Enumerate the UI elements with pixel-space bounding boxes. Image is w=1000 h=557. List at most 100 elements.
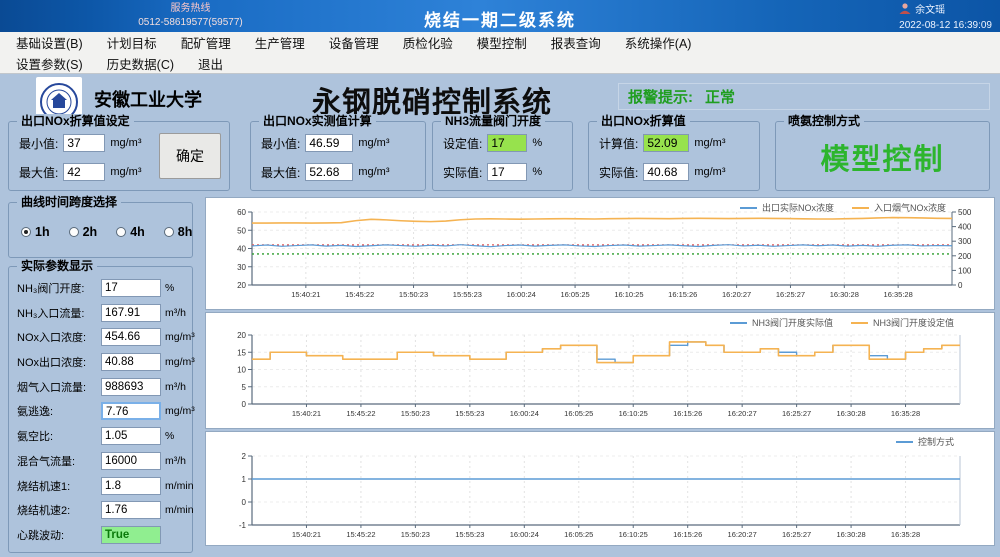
param-value-input[interactable]: 17: [101, 279, 161, 297]
valve-actual-value[interactable]: 17: [487, 163, 527, 181]
param-unit: %: [165, 430, 174, 442]
param-unit: mg/m³: [165, 405, 195, 417]
timespan-radio-8h[interactable]: 8h: [164, 225, 193, 239]
legend-line-icon: [740, 207, 757, 209]
svg-text:16:15:26: 16:15:26: [673, 530, 702, 539]
svg-text:16:25:27: 16:25:27: [782, 409, 811, 418]
svg-text:16:10:25: 16:10:25: [619, 530, 648, 539]
max-label: 最大值:: [261, 164, 300, 181]
timespan-radio-2h[interactable]: 2h: [69, 225, 98, 239]
nox-max-input[interactable]: 42: [63, 163, 105, 181]
legend-item: NH3阀门开度实际值: [730, 316, 833, 329]
svg-text:200: 200: [958, 252, 972, 261]
user-name: 余文瑶: [915, 4, 945, 18]
param-value-input[interactable]: 1.05: [101, 427, 161, 445]
svg-text:0: 0: [242, 498, 247, 507]
param-value-input[interactable]: True: [101, 526, 161, 544]
param-value-input[interactable]: 1.76: [101, 501, 161, 519]
measured-min-value[interactable]: 46.59: [305, 134, 353, 152]
radio-icon[interactable]: [116, 227, 126, 237]
legend-item: NH3阀门开度设定值: [851, 316, 954, 329]
conv-calc-value[interactable]: 52.09: [643, 134, 689, 152]
param-label: 烟气入口流量:: [17, 379, 101, 395]
valve-set-value[interactable]: 17: [487, 134, 527, 152]
param-label: NH₃入口流量:: [17, 305, 101, 321]
alarm-status: 正常: [705, 86, 735, 107]
unit-label: %: [532, 137, 542, 149]
menu-item[interactable]: 计划目标: [95, 33, 169, 52]
legend-label: NH3阀门开度实际值: [752, 316, 833, 329]
timespan-radio-1h[interactable]: 1h: [21, 225, 50, 239]
radio-icon[interactable]: [69, 227, 79, 237]
param-label: 氨空比:: [17, 428, 101, 444]
menu-item[interactable]: 模型控制: [465, 33, 539, 52]
svg-text:50: 50: [237, 226, 246, 235]
svg-text:16:20:27: 16:20:27: [722, 290, 751, 299]
menu-item[interactable]: 系统操作(A): [613, 33, 704, 52]
legend-label: NH3阀门开度设定值: [873, 316, 954, 329]
actual-label: 实际值:: [599, 164, 638, 181]
svg-text:16:20:27: 16:20:27: [728, 530, 757, 539]
svg-text:40: 40: [237, 245, 246, 254]
menu-item[interactable]: 配矿管理: [169, 33, 243, 52]
param-value-input[interactable]: 167.91: [101, 304, 161, 322]
svg-text:16:10:25: 16:10:25: [619, 409, 648, 418]
svg-text:16:10:25: 16:10:25: [614, 290, 643, 299]
nox-min-input[interactable]: 37: [63, 134, 105, 152]
confirm-button[interactable]: 确定: [159, 133, 221, 179]
menu-item[interactable]: 报表查询: [539, 33, 613, 52]
param-row: 心跳波动:True: [17, 524, 188, 546]
chart-card-1: 出口实际NOx浓度入口烟气NOx浓度 605040302015:40:2115:…: [205, 197, 995, 310]
param-value-input[interactable]: 40.88: [101, 353, 161, 371]
menu-item[interactable]: 历史数据(C): [95, 54, 186, 73]
measured-max-value[interactable]: 52.68: [305, 163, 353, 181]
menu-bar: 基础设置(B)计划目标配矿管理生产管理设备管理质检化验模型控制报表查询系统操作(…: [0, 32, 1000, 74]
panel-timespan: 曲线时间跨度选择 1h2h4h8h: [8, 202, 193, 258]
param-label: NOx入口浓度:: [17, 329, 101, 345]
menu-item[interactable]: 质检化验: [391, 33, 465, 52]
max-label: 最大值:: [19, 164, 58, 181]
param-row: 氨空比:1.05%: [17, 425, 188, 447]
radio-icon[interactable]: [164, 227, 174, 237]
menu-item[interactable]: 生产管理: [243, 33, 317, 52]
radio-label: 4h: [130, 225, 145, 239]
param-unit: m/min: [165, 480, 194, 492]
timespan-radio-4h[interactable]: 4h: [116, 225, 145, 239]
param-unit: m³/h: [165, 455, 186, 467]
radio-icon[interactable]: [21, 227, 31, 237]
control-mode-chart: 210-115:40:2115:45:2215:50:2315:55:2316:…: [206, 432, 994, 545]
param-value-input[interactable]: 1.8: [101, 477, 161, 495]
param-unit: m³/h: [165, 307, 186, 319]
param-unit: mg/m³: [165, 356, 195, 368]
svg-text:15:45:22: 15:45:22: [346, 530, 375, 539]
menu-row-2: 设置参数(S)历史数据(C)退出: [0, 53, 1000, 74]
menu-item[interactable]: 基础设置(B): [4, 33, 95, 52]
svg-text:16:35:28: 16:35:28: [891, 409, 920, 418]
param-value-input[interactable]: 454.66: [101, 328, 161, 346]
conv-actual-value[interactable]: 40.68: [643, 163, 689, 181]
datetime: 2022-08-12 16:39:09: [899, 19, 992, 33]
svg-text:400: 400: [958, 223, 972, 232]
alarm-box: 报警提示: 正常: [618, 83, 990, 110]
svg-text:2: 2: [242, 452, 247, 461]
radio-label: 2h: [83, 225, 98, 239]
legend-item: 控制方式: [896, 435, 954, 448]
svg-text:16:05:25: 16:05:25: [560, 290, 589, 299]
menu-item[interactable]: 设备管理: [317, 33, 391, 52]
radio-label: 8h: [178, 225, 193, 239]
svg-text:15:40:21: 15:40:21: [292, 530, 321, 539]
param-unit: m³/h: [165, 381, 186, 393]
panel-nh3-valve: NH3流量阀门开度 设定值: 17 % 实际值: 17 %: [432, 121, 573, 191]
actual-label: 实际值:: [443, 164, 482, 181]
calc-label: 计算值:: [599, 135, 638, 152]
menu-item[interactable]: 退出: [186, 54, 235, 73]
param-value-input[interactable]: 16000: [101, 452, 161, 470]
param-row: 烧结机速2:1.76m/min: [17, 499, 188, 521]
param-value-input[interactable]: 7.76: [101, 402, 161, 420]
param-value-input[interactable]: 988693: [101, 378, 161, 396]
legend-line-icon: [730, 322, 747, 324]
menu-item[interactable]: 设置参数(S): [4, 54, 95, 73]
top-banner: 服务热线 0512-58619577(59577) 烧结一期二级系统 余文瑶 2…: [0, 0, 1000, 32]
chart-legend: 控制方式: [896, 435, 954, 448]
panel-title: 出口NOx折算值设定: [17, 114, 134, 128]
